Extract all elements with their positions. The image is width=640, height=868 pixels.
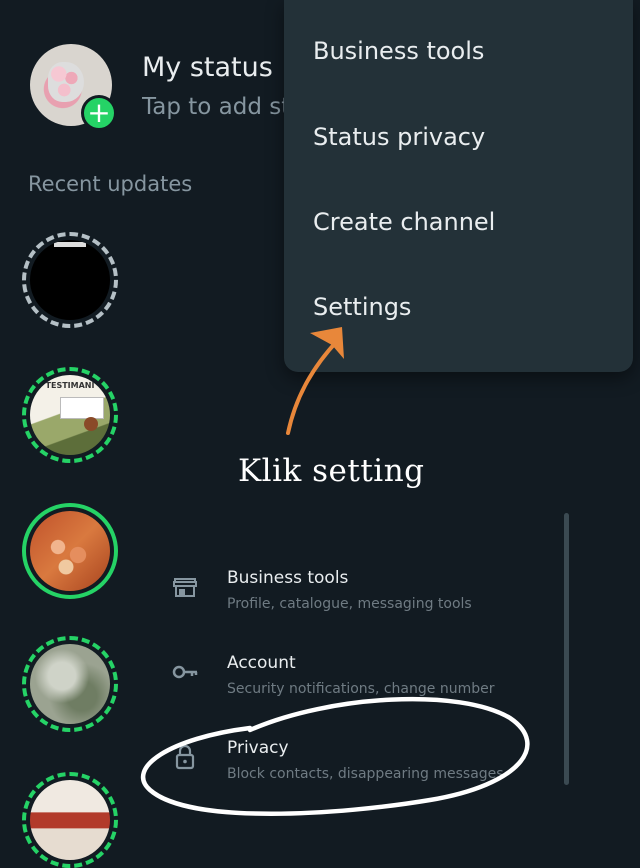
- status-item[interactable]: [22, 636, 118, 732]
- store-icon: [173, 578, 197, 597]
- status-item[interactable]: TESTIMANI: [22, 367, 118, 463]
- menu-item-business-tools[interactable]: Business tools: [313, 37, 484, 65]
- settings-subtitle: Profile, catalogue, messaging tools: [227, 596, 472, 612]
- status-thumbnail: TESTIMANI: [30, 375, 110, 455]
- menu-item-create-channel[interactable]: Create channel: [313, 208, 495, 236]
- status-item[interactable]: [22, 503, 118, 599]
- key-icon: [172, 665, 198, 679]
- add-status-icon[interactable]: +: [81, 95, 117, 131]
- settings-title: Account: [227, 653, 296, 673]
- status-item[interactable]: [22, 232, 118, 328]
- settings-title: Business tools: [227, 568, 349, 588]
- menu-item-status-privacy[interactable]: Status privacy: [313, 123, 485, 151]
- status-thumbnail: [30, 780, 110, 860]
- settings-row-business-tools[interactable]: Business tools Profile, catalogue, messa…: [140, 548, 560, 628]
- annotation-text: Klik setting: [238, 453, 425, 489]
- my-status-subtitle: Tap to add status update: [142, 94, 292, 120]
- arrow-annotation-icon: [286, 327, 344, 435]
- status-thumbnail: [30, 644, 110, 724]
- status-item[interactable]: [22, 772, 118, 868]
- recent-updates-label: Recent updates: [28, 172, 193, 196]
- status-thumbnail: [30, 511, 110, 591]
- highlight-circle-annotation: [141, 696, 530, 816]
- scrollbar[interactable]: [564, 513, 569, 785]
- my-status-title[interactable]: My status: [142, 52, 273, 83]
- status-thumbnail: [30, 240, 110, 320]
